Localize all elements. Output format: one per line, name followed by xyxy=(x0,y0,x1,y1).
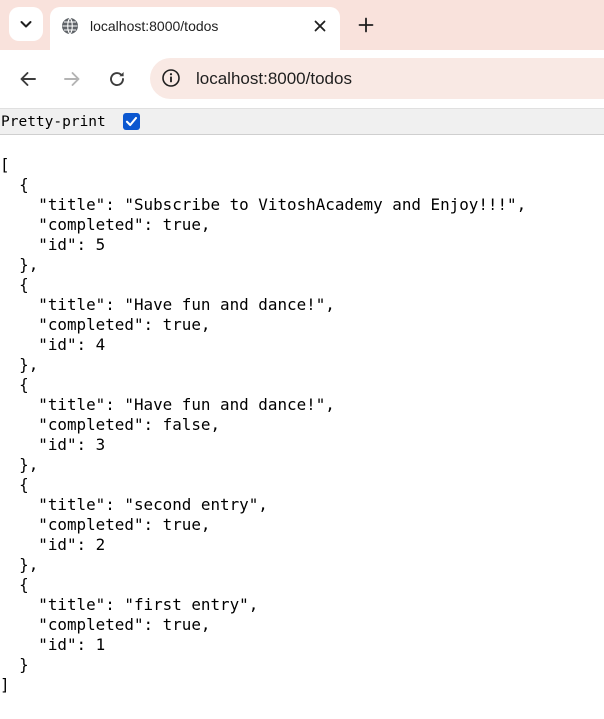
close-icon xyxy=(314,20,326,32)
address-bar[interactable]: localhost:8000/todos xyxy=(150,58,604,99)
json-line: }, xyxy=(0,555,39,574)
json-line: [ xyxy=(0,155,10,174)
plus-icon xyxy=(358,17,374,33)
json-line: "id": 4 xyxy=(0,335,106,354)
json-line: }, xyxy=(0,255,39,274)
reload-button[interactable] xyxy=(105,67,129,91)
tab-search-button[interactable] xyxy=(9,7,43,41)
json-line: } xyxy=(0,655,29,674)
forward-button[interactable] xyxy=(60,67,84,91)
checkmark-icon xyxy=(125,116,138,127)
json-line: }, xyxy=(0,455,39,474)
json-line: { xyxy=(0,575,29,594)
json-line: { xyxy=(0,375,29,394)
tab-title: localhost:8000/todos xyxy=(90,18,219,34)
json-line: "title": "first entry", xyxy=(0,595,259,614)
forward-arrow-icon xyxy=(64,72,80,86)
json-line: }, xyxy=(0,355,39,374)
globe-icon xyxy=(62,17,78,35)
back-button[interactable] xyxy=(16,67,40,91)
json-line: "title": "Have fun and dance!", xyxy=(0,395,335,414)
pretty-print-bar: Pretty-print xyxy=(0,108,604,135)
json-line: "completed": true, xyxy=(0,215,211,234)
json-line: { xyxy=(0,275,29,294)
json-line: "title": "Have fun and dance!", xyxy=(0,295,335,314)
json-line: { xyxy=(0,175,29,194)
site-info-icon[interactable] xyxy=(161,68,181,88)
json-line: "id": 2 xyxy=(0,535,106,554)
json-line: "title": "Subscribe to VitoshAcademy and… xyxy=(0,195,527,214)
json-line: "id": 5 xyxy=(0,235,106,254)
browser-toolbar: localhost:8000/todos xyxy=(0,50,604,108)
json-line: "title": "second entry", xyxy=(0,495,268,514)
json-line: "completed": true, xyxy=(0,315,211,334)
reload-icon xyxy=(110,72,124,86)
back-arrow-icon xyxy=(20,72,36,86)
chevron-down-icon xyxy=(20,21,32,28)
url-text[interactable]: localhost:8000/todos xyxy=(196,69,352,89)
json-line: { xyxy=(0,475,29,494)
active-tab[interactable]: localhost:8000/todos xyxy=(50,7,340,50)
pretty-print-label: Pretty-print xyxy=(1,114,106,130)
json-line: "id": 1 xyxy=(0,635,106,654)
json-line: ] xyxy=(0,675,10,694)
pretty-print-checkbox[interactable] xyxy=(123,113,140,130)
tab-close-button[interactable] xyxy=(310,16,330,36)
tab-strip: localhost:8000/todos xyxy=(0,0,604,50)
json-line: "completed": true, xyxy=(0,615,211,634)
json-line: "completed": true, xyxy=(0,515,211,534)
json-line: "id": 3 xyxy=(0,435,106,454)
json-line: "completed": false, xyxy=(0,415,221,434)
new-tab-button[interactable] xyxy=(354,13,378,37)
json-content: [ { "title": "Subscribe to VitoshAcademy… xyxy=(0,155,526,695)
